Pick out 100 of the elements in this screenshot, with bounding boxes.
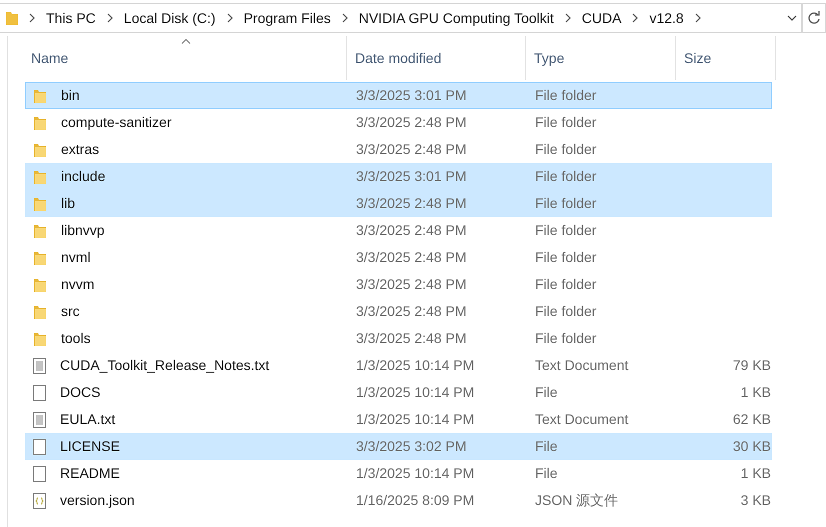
date-modified: 3/3/2025 3:01 PM bbox=[356, 168, 467, 184]
file-type: File folder bbox=[535, 168, 596, 184]
date-modified: 3/3/2025 2:48 PM bbox=[356, 141, 467, 157]
file-name: bin bbox=[61, 86, 80, 105]
file-icon bbox=[33, 384, 46, 400]
file-row[interactable]: LICENSE 3/3/2025 3:02 PM File 30 KB bbox=[25, 433, 772, 460]
date-modified: 1/3/2025 10:14 PM bbox=[356, 384, 474, 400]
date-modified: 3/3/2025 2:48 PM bbox=[356, 195, 467, 211]
file-name: tools bbox=[61, 329, 91, 348]
folder-icon bbox=[6, 10, 18, 26]
file-name: DOCS bbox=[60, 383, 100, 402]
folder-icon bbox=[33, 250, 47, 266]
chevron-icon bbox=[342, 13, 348, 23]
file-row[interactable]: EULA.txt 1/3/2025 10:14 PM Text Document 62 KB bbox=[25, 406, 772, 433]
chevron-icon bbox=[632, 13, 638, 23]
date-modified: 3/3/2025 2:48 PM bbox=[356, 276, 467, 292]
file-size: 62 KB bbox=[732, 410, 771, 429]
dropdown-caret-icon[interactable] bbox=[787, 15, 797, 21]
folder-icon bbox=[33, 168, 47, 184]
file-size: 3 KB bbox=[740, 491, 771, 510]
json-file-icon bbox=[33, 492, 46, 508]
folder-icon bbox=[33, 142, 47, 158]
breadcrumb-item[interactable]: Local Disk (C:) bbox=[124, 8, 216, 28]
date-modified: 1/3/2025 10:14 PM bbox=[356, 465, 474, 481]
file-type: File folder bbox=[535, 222, 596, 238]
chevron-icon bbox=[29, 13, 35, 23]
date-modified: 3/3/2025 2:48 PM bbox=[356, 249, 467, 265]
folder-icon bbox=[33, 304, 47, 320]
folder-icon bbox=[33, 114, 47, 130]
file-type: File folder bbox=[535, 114, 596, 130]
file-type: Text Document bbox=[535, 411, 628, 427]
date-modified: 1/3/2025 10:14 PM bbox=[356, 357, 474, 373]
file-type: JSON 源文件 bbox=[535, 492, 618, 508]
file-row[interactable]: README 1/3/2025 10:14 PM File 1 KB bbox=[25, 460, 772, 487]
file-row[interactable]: version.json 1/16/2025 8:09 PM JSON 源文件 3 KB bbox=[25, 487, 772, 514]
file-row[interactable]: extras 3/3/2025 2:48 PM File folder bbox=[25, 136, 772, 163]
breadcrumb-item[interactable]: Program Files bbox=[244, 8, 331, 28]
file-name: EULA.txt bbox=[60, 410, 116, 429]
file-name: version.json bbox=[60, 491, 135, 510]
file-type: File bbox=[535, 465, 558, 481]
column-header[interactable]: Name bbox=[25, 36, 347, 80]
file-type: File folder bbox=[535, 276, 596, 292]
file-row[interactable]: lib 3/3/2025 2:48 PM File folder bbox=[25, 190, 772, 217]
file-row[interactable]: bin 3/3/2025 3:01 PM File folder bbox=[25, 82, 772, 109]
date-modified: 3/3/2025 2:48 PM bbox=[356, 303, 467, 319]
file-row[interactable]: DOCS 1/3/2025 10:14 PM File 1 KB bbox=[25, 379, 772, 406]
file-name: LICENSE bbox=[60, 437, 120, 456]
date-modified: 1/16/2025 8:09 PM bbox=[356, 492, 474, 508]
file-size: 1 KB bbox=[740, 464, 771, 483]
address-bar[interactable]: This PC Local Disk (C:) Program Files NVIDIA GPU Computing Toolkit CUDA v12.8 bbox=[0, 3, 802, 33]
chevron-icon bbox=[694, 13, 701, 23]
file-size: 30 KB bbox=[732, 437, 771, 456]
breadcrumb-item[interactable]: v12.8 bbox=[649, 8, 684, 28]
file-name: compute-sanitizer bbox=[61, 113, 172, 132]
file-row[interactable]: CUDA_Toolkit_Release_Notes.txt 1/3/2025 10:14 PM Text Document 79 KB bbox=[25, 352, 772, 379]
text-document-icon bbox=[33, 412, 46, 428]
chevron-icon bbox=[564, 13, 571, 23]
column-header[interactable]: Date modified bbox=[347, 36, 526, 80]
file-name: lib bbox=[61, 194, 76, 213]
folder-icon bbox=[33, 88, 47, 104]
folder-icon bbox=[33, 330, 47, 346]
breadcrumb-item[interactable]: NVIDIA GPU Computing Toolkit bbox=[358, 8, 554, 28]
file-row[interactable]: tools 3/3/2025 2:48 PM File folder bbox=[25, 325, 772, 352]
file-size: 79 KB bbox=[732, 356, 771, 375]
breadcrumb-item[interactable]: This PC bbox=[46, 8, 96, 28]
date-modified: 3/3/2025 2:48 PM bbox=[356, 114, 467, 130]
date-modified: 3/3/2025 2:48 PM bbox=[356, 222, 467, 238]
file-type: File bbox=[535, 384, 558, 400]
file-row[interactable]: nvml 3/3/2025 2:48 PM File folder bbox=[25, 244, 772, 271]
file-name: include bbox=[61, 167, 106, 186]
file-type: File folder bbox=[535, 303, 596, 319]
file-row[interactable]: include 3/3/2025 3:01 PM File folder bbox=[25, 163, 772, 190]
file-type: Text Document bbox=[535, 357, 628, 373]
file-row[interactable]: compute-sanitizer 3/3/2025 2:48 PM File folder bbox=[25, 109, 772, 136]
file-row[interactable]: libnvvp 3/3/2025 2:48 PM File folder bbox=[25, 217, 772, 244]
file-type: File folder bbox=[535, 195, 596, 211]
file-row[interactable]: src 3/3/2025 2:48 PM File folder bbox=[25, 298, 772, 325]
folder-icon bbox=[33, 196, 47, 212]
folder-icon bbox=[33, 222, 47, 238]
file-icon bbox=[33, 438, 46, 454]
file-row[interactable]: nvvm 3/3/2025 2:48 PM File folder bbox=[25, 271, 772, 298]
file-name: CUDA_Toolkit_Release_Notes.txt bbox=[60, 356, 270, 375]
date-modified: 3/3/2025 2:48 PM bbox=[356, 330, 467, 346]
file-name: libnvvp bbox=[61, 221, 105, 240]
column-header[interactable]: Type bbox=[526, 36, 676, 80]
file-type: File bbox=[535, 438, 558, 454]
file-name: extras bbox=[61, 140, 100, 159]
date-modified: 1/3/2025 10:14 PM bbox=[356, 411, 474, 427]
chevron-icon bbox=[226, 13, 233, 23]
sort-caret-icon bbox=[181, 39, 190, 44]
refresh-icon[interactable] bbox=[807, 11, 821, 25]
text-document-icon bbox=[33, 358, 46, 374]
date-modified: 3/3/2025 3:02 PM bbox=[356, 438, 467, 454]
file-type: File folder bbox=[535, 141, 596, 157]
file-name: src bbox=[61, 302, 80, 321]
date-modified: 3/3/2025 3:01 PM bbox=[356, 87, 467, 103]
column-header[interactable]: Size bbox=[676, 36, 776, 80]
file-icon bbox=[33, 466, 46, 482]
breadcrumb-item[interactable]: CUDA bbox=[582, 8, 622, 28]
file-type: File folder bbox=[535, 87, 596, 103]
